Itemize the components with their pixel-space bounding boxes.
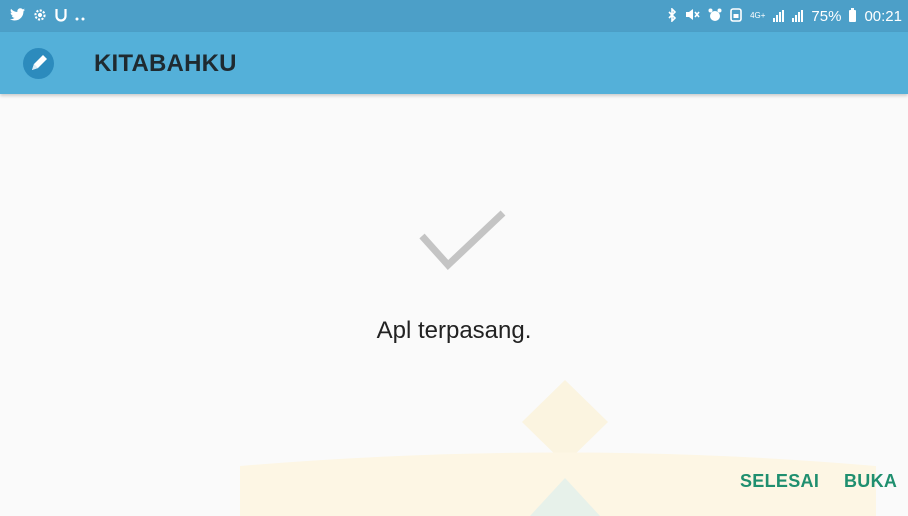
pencil-icon — [23, 48, 54, 79]
more-dots-icon — [75, 9, 87, 24]
twitter-icon — [10, 8, 25, 24]
u-icon — [55, 8, 67, 25]
status-bar-right: 4G+ 75% 00:21 — [668, 6, 902, 25]
status-bar: 4G+ 75% 00:21 — [0, 0, 908, 32]
mute-icon — [685, 8, 700, 24]
app-title: KITABAHKU — [94, 50, 237, 77]
app-bar: KITABAHKU — [0, 32, 908, 94]
network-type-label: 4G+ — [750, 11, 766, 20]
install-message: Apl terpasang. — [376, 317, 532, 344]
done-button[interactable]: SELESAI — [736, 467, 823, 496]
open-button[interactable]: BUKA — [840, 467, 901, 496]
battery-icon — [849, 8, 857, 22]
checkmark-icon — [419, 210, 506, 271]
data-saver-icon — [730, 7, 742, 25]
install-result-panel: Apl terpasang. SELESAI BUKA — [0, 94, 908, 516]
settings-icon — [33, 8, 47, 25]
bluetooth-icon — [668, 6, 677, 25]
signal-icon — [773, 10, 785, 22]
watermark-logo — [240, 380, 876, 516]
battery-percentage: 75% — [811, 7, 842, 25]
clock: 00:21 — [864, 7, 902, 25]
status-bar-left — [10, 8, 87, 25]
signal-icon-2 — [792, 10, 804, 22]
alarm-icon — [708, 8, 722, 25]
